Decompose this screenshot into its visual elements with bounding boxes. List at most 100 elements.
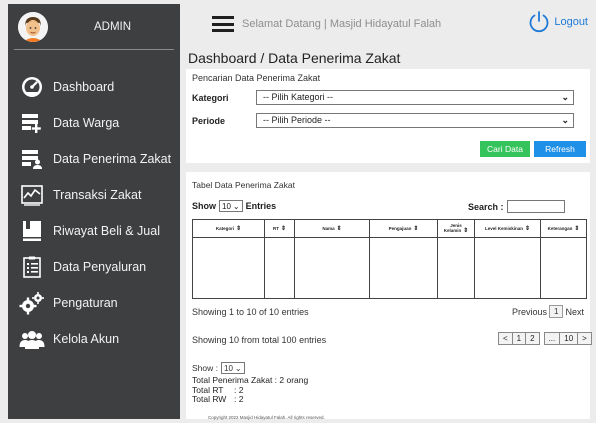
list-user-icon	[18, 145, 46, 173]
logout-button[interactable]: Logout	[527, 10, 588, 34]
column-header-keterangan[interactable]: Keterangan ⇕	[540, 219, 587, 238]
table-panel: Tabel Data Penerima Zakat Show 10 ⌄ Entr…	[186, 172, 592, 420]
table-cell	[192, 237, 265, 299]
column-header-nama[interactable]: Nama ⇕	[294, 219, 370, 238]
show2-select-value: 10	[224, 363, 233, 373]
chevron-down-icon: ⌄	[561, 115, 569, 125]
sidebar-item-riwayat-beli-jual[interactable]: Riwayat Beli & Jual	[18, 216, 160, 246]
sidebar-item-pengaturan[interactable]: Pengaturan	[18, 288, 118, 318]
logout-label: Logout	[554, 16, 588, 28]
chevron-down-icon: ⌄	[232, 201, 240, 211]
page-next-button[interactable]: >	[577, 333, 591, 344]
sidebar-item-label: Pengaturan	[53, 296, 118, 310]
book-icon	[18, 217, 46, 245]
sidebar-item-label: Kelola Akun	[53, 332, 120, 346]
current-page[interactable]: 1	[549, 305, 564, 318]
show2-label: Show :	[192, 363, 218, 373]
page-prev-button[interactable]: <	[499, 333, 512, 344]
entries-label: Entries	[245, 201, 277, 211]
table-cell	[264, 237, 295, 299]
hamburger-menu-icon[interactable]	[212, 16, 234, 32]
page-button[interactable]: 2	[525, 333, 538, 344]
show2-select[interactable]: 10 ⌄	[221, 362, 245, 374]
next-link[interactable]: Next	[565, 307, 584, 317]
power-icon	[529, 11, 549, 33]
table-cell	[474, 237, 541, 299]
avatar[interactable]	[18, 12, 48, 42]
sidebar: ADMIN Dashboard Data Warga Data Penerima…	[8, 4, 180, 419]
clipboard-icon	[18, 253, 46, 281]
column-header-level-kemiskinan[interactable]: Level Kemiskinan ⇕	[474, 219, 541, 238]
sidebar-item-label: Data Penerima Zakat	[53, 152, 172, 166]
search-panel-caption: Pencarian Data Penerima Zakat	[192, 73, 321, 83]
page-button[interactable]: 10	[559, 333, 577, 344]
periode-select[interactable]: -- Pilih Periode -- ⌄	[256, 113, 574, 128]
column-header-pengajuan[interactable]: Pengajuan ⇕	[369, 219, 438, 238]
cari-data-button[interactable]: Cari Data	[480, 141, 530, 157]
sidebar-item-transaksi-zakat[interactable]: Transaksi Zakat	[18, 180, 141, 210]
data-table: Kategori ⇕ RT ⇕ Nama ⇕ Pengajuan ⇕ Jenis Kel…	[192, 219, 587, 299]
column-header-jenis-kelamin[interactable]: Jenis Kelamin ⇕	[437, 219, 475, 238]
sidebar-item-data-penerima-zakat[interactable]: Data Penerima Zakat	[18, 144, 171, 174]
kategori-select[interactable]: -- Pilih Kategori -- ⌄	[256, 90, 574, 105]
show-label: Show	[192, 201, 216, 211]
sidebar-item-label: Dashboard	[53, 80, 115, 94]
sort-icon: ⇕	[525, 225, 531, 232]
sidebar-item-label: Transaksi Zakat	[53, 188, 142, 202]
show-select-bottom: Show : 10 ⌄	[192, 362, 248, 374]
welcome-text: Selamat Datang | Masjid Hidayatul Falah	[242, 18, 442, 30]
sidebar-item-label: Data Penyaluran	[53, 260, 147, 274]
admin-label: ADMIN	[94, 21, 132, 33]
page-pagination: < 1 2 ... 10 >	[498, 332, 592, 345]
kategori-select-value: -- Pilih Kategori --	[263, 92, 334, 102]
table-search: Search :	[468, 200, 565, 213]
totals-summary: Total Penerima Zakat : 2 orang Total RT:…	[192, 375, 308, 405]
previous-link[interactable]: Previous	[512, 307, 547, 317]
table-caption: Tabel Data Penerima Zakat	[192, 180, 295, 190]
table-cell	[369, 237, 438, 299]
chevron-down-icon: ⌄	[561, 92, 569, 102]
top-bar: Selamat Datang | Masjid Hidayatul Falah …	[186, 4, 590, 44]
total-entries-info: Showing 10 from total 100 entries	[192, 335, 327, 345]
total-rw-value: : 2	[234, 394, 244, 404]
sidebar-item-dashboard[interactable]: Dashboard	[18, 72, 114, 102]
sidebar-header: ADMIN	[14, 4, 174, 50]
sidebar-item-data-penyaluran[interactable]: Data Penyaluran	[18, 252, 146, 282]
sidebar-item-label: Data Warga	[53, 116, 120, 130]
show-entries-control: Show 10 ⌄ Entries	[192, 200, 276, 212]
entries-select-value: 10	[222, 201, 231, 211]
copyright-text: Copyright 2022 Masjid Hidayatul Falah. A…	[208, 415, 325, 420]
kategori-label: Kategori	[192, 93, 229, 103]
refresh-button[interactable]: Refresh	[534, 141, 586, 157]
page-title: Dashboard / Data Penerima Zakat	[188, 50, 401, 66]
sort-icon: ⇕	[413, 225, 419, 232]
list-add-icon	[18, 109, 46, 137]
table-cell	[540, 237, 587, 299]
sidebar-item-data-warga[interactable]: Data Warga	[18, 108, 119, 138]
simple-pagination: Previous 1 Next	[512, 305, 584, 318]
table-header-row: Kategori ⇕ RT ⇕ Nama ⇕ Pengajuan ⇕ Jenis Kel…	[192, 219, 587, 238]
sort-icon: ⇕	[336, 225, 342, 232]
sort-icon: ⇕	[280, 225, 287, 232]
column-header-kategori[interactable]: Kategori ⇕	[192, 219, 265, 238]
page-button[interactable]: 1	[511, 333, 525, 344]
users-icon	[18, 325, 46, 353]
page-ellipsis: ...	[548, 334, 556, 343]
gears-icon	[18, 289, 46, 317]
table-cell	[294, 237, 370, 299]
periode-select-value: -- Pilih Periode --	[263, 115, 331, 125]
sidebar-item-kelola-akun[interactable]: Kelola Akun	[18, 324, 119, 354]
chevron-down-icon: ⌄	[234, 363, 242, 373]
entries-select[interactable]: 10 ⌄	[219, 200, 243, 212]
search-panel: Pencarian Data Penerima Zakat Kategori -…	[186, 69, 590, 163]
line-chart-icon	[18, 181, 46, 209]
entries-info: Showing 1 to 10 of 10 entries	[192, 307, 309, 317]
periode-label: Periode	[192, 116, 226, 126]
sort-icon: ⇕	[463, 228, 469, 234]
sidebar-item-label: Riwayat Beli & Jual	[53, 224, 160, 238]
table-cell	[437, 237, 475, 299]
search-input[interactable]	[506, 200, 565, 213]
speedometer-icon	[18, 73, 46, 101]
table-row	[192, 237, 587, 299]
column-header-rt[interactable]: RT ⇕	[264, 219, 295, 238]
